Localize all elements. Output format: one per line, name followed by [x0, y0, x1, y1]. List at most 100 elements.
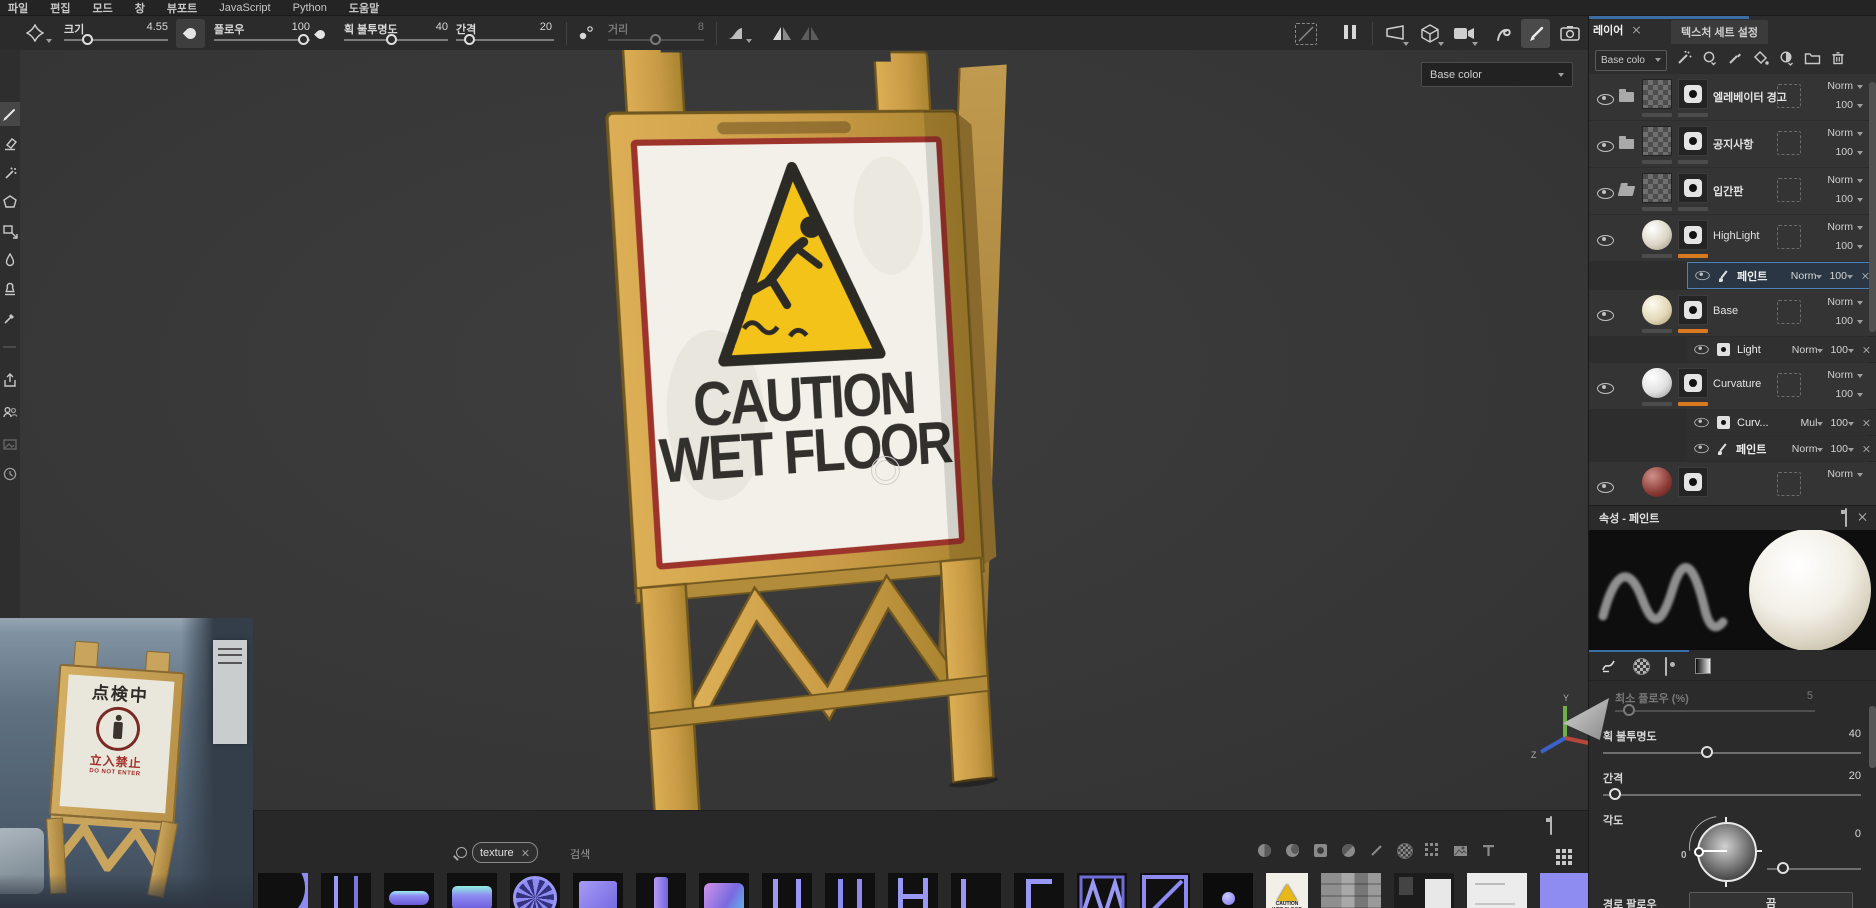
- stroke-opacity-slider[interactable]: [344, 39, 448, 41]
- pressure-dots-icon[interactable]: [578, 25, 596, 46]
- quick-select-tool-icon[interactable]: [2, 224, 18, 240]
- prop-spacing-slider[interactable]: [1603, 794, 1861, 796]
- sublayer-paint-selected[interactable]: 페인트 Norm 100: [1687, 262, 1876, 289]
- blend-mode[interactable]: Norm: [1827, 80, 1863, 92]
- add-paint-layer-icon[interactable]: [1727, 50, 1743, 71]
- asset-thumbnail[interactable]: [573, 873, 623, 908]
- blend-mode[interactable]: Mul: [1801, 417, 1824, 429]
- properties-scrollbar-thumb[interactable]: [1869, 706, 1876, 768]
- asset-thumbnail[interactable]: [258, 873, 308, 908]
- effect-slot[interactable]: [1777, 178, 1801, 202]
- layer-thumbnail[interactable]: [1642, 467, 1672, 497]
- polygon-fill-tool-icon[interactable]: [2, 194, 18, 210]
- delete-layer-icon[interactable]: [1830, 50, 1846, 71]
- paint-tool-button[interactable]: [1521, 19, 1550, 48]
- filter-environment-icon[interactable]: [1453, 843, 1468, 858]
- asset-thumbnail[interactable]: [1467, 873, 1527, 908]
- visibility-toggle-icon[interactable]: [1597, 482, 1614, 493]
- layer-thumbnail[interactable]: [1642, 295, 1672, 325]
- blend-mode[interactable]: Norm: [1792, 344, 1824, 356]
- asset-thumbnail[interactable]: [888, 873, 938, 908]
- spacing-slider[interactable]: [456, 39, 554, 41]
- asset-thumbnail[interactable]: [1321, 873, 1381, 908]
- flow-slider[interactable]: [214, 39, 310, 41]
- eraser-tool-icon[interactable]: [2, 136, 18, 152]
- projection-tool-icon[interactable]: [2, 166, 18, 182]
- effect-slot[interactable]: [1777, 472, 1801, 496]
- visibility-toggle-icon[interactable]: [1597, 94, 1614, 105]
- add-folder-icon[interactable]: [1804, 50, 1821, 71]
- tab-texture-set-settings[interactable]: 텍스처 세트 설정: [1671, 20, 1768, 44]
- selection-disabled-icon[interactable]: [1295, 23, 1317, 45]
- visibility-toggle-icon[interactable]: [1597, 235, 1614, 246]
- opacity-value[interactable]: 100: [1830, 443, 1854, 455]
- mesh-view-icon[interactable]: [1420, 24, 1440, 48]
- tab-layers[interactable]: 레이어: [1593, 22, 1641, 38]
- menu-edit[interactable]: 편집: [50, 0, 70, 16]
- blend-mode[interactable]: Norm: [1827, 127, 1863, 139]
- viewport-3d[interactable]: CAUTION WET FLOOR Base color Y: [20, 50, 1588, 810]
- menu-help[interactable]: 도움말: [349, 0, 379, 16]
- tab-stencil-icon[interactable]: [1665, 657, 1667, 676]
- sublayer-curv[interactable]: Curv... Mul 100: [1687, 410, 1876, 435]
- brush-preset-icon[interactable]: [26, 24, 44, 47]
- grid-view-icon[interactable]: [1556, 849, 1560, 853]
- asset-thumbnail[interactable]: [1014, 873, 1064, 908]
- blend-mode[interactable]: Norm: [1827, 468, 1863, 480]
- layer-thumbnail[interactable]: [1642, 79, 1672, 109]
- effect-slot[interactable]: [1777, 225, 1801, 249]
- effect-slot[interactable]: [1777, 131, 1801, 155]
- menu-python[interactable]: Python: [293, 2, 327, 14]
- asset-thumbnail[interactable]: [1394, 873, 1454, 908]
- asset-thumbnail[interactable]: [321, 873, 371, 908]
- layer-row-notices[interactable]: 공지사항 Norm 100: [1589, 121, 1876, 167]
- filter-smart-material-icon[interactable]: [1285, 843, 1300, 858]
- menu-file[interactable]: 파일: [8, 0, 28, 16]
- effect-wand-icon[interactable]: [1676, 50, 1692, 71]
- asset-thumbnail[interactable]: [510, 873, 560, 908]
- mask-thumbnail[interactable]: [1678, 368, 1708, 398]
- properties-close-icon[interactable]: [1857, 512, 1867, 522]
- layer-row-curvature[interactable]: Curvature Norm 100: [1589, 363, 1876, 409]
- mask-thumbnail[interactable]: [1678, 295, 1708, 325]
- asset-thumbnail[interactable]: [1077, 873, 1127, 908]
- opacity-value[interactable]: 100: [1835, 315, 1863, 327]
- search-tag-chip[interactable]: texture: [472, 842, 538, 863]
- symmetry-icon[interactable]: [772, 26, 792, 46]
- add-mask-icon[interactable]: [1778, 50, 1795, 71]
- filter-font-icon[interactable]: [1481, 843, 1496, 858]
- tab-alpha-icon[interactable]: [1633, 658, 1650, 675]
- shelf-expand-icon[interactable]: [1550, 817, 1552, 835]
- asset-thumbnail[interactable]: CAUTION WET FLOOR: [1266, 873, 1308, 908]
- asset-thumbnail[interactable]: [699, 873, 749, 908]
- blend-mode[interactable]: Norm: [1827, 296, 1863, 308]
- angle-dial[interactable]: [1697, 822, 1757, 882]
- layer-row-partial[interactable]: Norm: [1589, 462, 1876, 505]
- layer-row-signboard[interactable]: 입간판 Norm 100: [1589, 168, 1876, 214]
- layer-row-base[interactable]: Base Norm 100: [1589, 290, 1876, 336]
- asset-thumbnail[interactable]: [384, 873, 434, 908]
- visibility-toggle-icon[interactable]: [1597, 310, 1614, 321]
- remove-sublayer-icon[interactable]: [1862, 445, 1870, 453]
- opacity-value[interactable]: 100: [1835, 193, 1863, 205]
- filter-alpha-icon[interactable]: [1397, 843, 1412, 858]
- opacity-value[interactable]: 100: [1835, 240, 1863, 252]
- pause-icon[interactable]: [1344, 25, 1356, 44]
- layer-thumbnail[interactable]: [1642, 368, 1672, 398]
- blend-mode[interactable]: Norm: [1827, 369, 1863, 381]
- paint-brush-tool-icon[interactable]: [2, 106, 18, 122]
- fill-bucket-icon[interactable]: [1752, 50, 1769, 71]
- effect-slot[interactable]: [1777, 84, 1801, 108]
- search-placeholder[interactable]: 검색: [570, 846, 590, 862]
- layer-thumbnail[interactable]: [1642, 220, 1672, 250]
- opacity-value[interactable]: 100: [1829, 270, 1853, 282]
- remove-sublayer-icon[interactable]: [1862, 346, 1870, 354]
- tab-brush-icon[interactable]: [1601, 658, 1617, 678]
- effect-slot[interactable]: [1777, 300, 1801, 324]
- visibility-toggle-icon[interactable]: [1694, 418, 1708, 427]
- blend-mode[interactable]: Norm: [1827, 221, 1863, 233]
- visibility-toggle-icon[interactable]: [1694, 345, 1708, 354]
- clone-stamp-tool-icon[interactable]: [2, 281, 18, 297]
- opacity-value[interactable]: 100: [1835, 146, 1863, 158]
- brush-preset-chevron-icon[interactable]: [46, 39, 52, 43]
